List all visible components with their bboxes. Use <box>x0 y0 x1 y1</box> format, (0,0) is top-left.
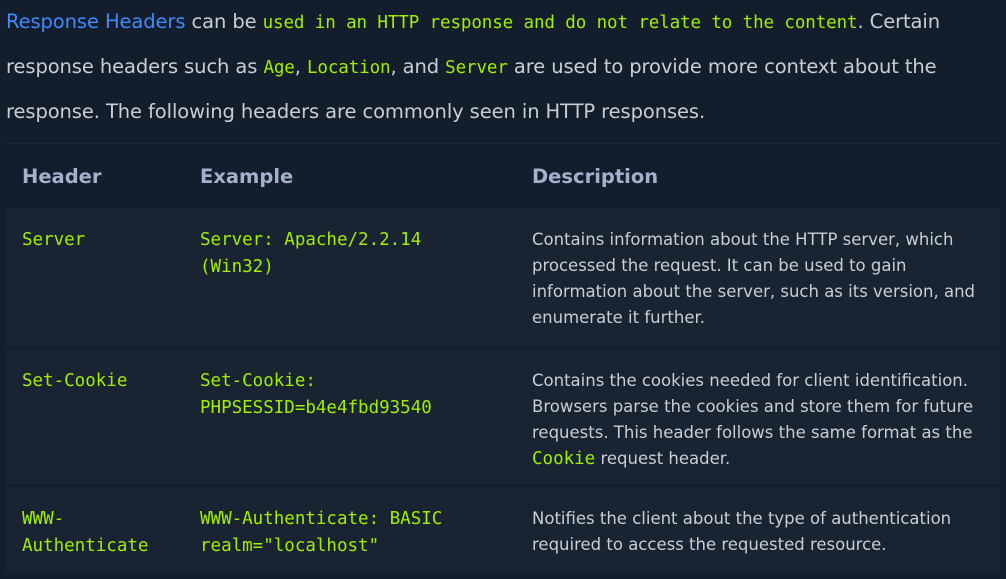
row-header-name: Server <box>6 208 184 346</box>
row-description: Contains information about the HTTP serv… <box>516 208 1000 346</box>
row-description: Contains the cookies needed for client i… <box>516 349 1000 484</box>
column-header-example: Example <box>184 143 516 208</box>
description-code-cookie: Cookie <box>532 449 596 469</box>
row-description: Notifies the client about the type of au… <box>516 487 1000 573</box>
row-example: WWW-Authenticate: BASIC realm="localhost… <box>184 487 516 573</box>
intro-code-location: Location <box>306 58 391 78</box>
column-header-header: Header <box>6 143 184 208</box>
intro-code-server: Server <box>445 58 508 78</box>
response-headers-table-wrapper: Header Example Description Server Server… <box>6 143 1000 573</box>
intro-text-1: can be <box>185 10 263 33</box>
response-headers-table: Header Example Description Server Server… <box>6 143 1000 573</box>
column-header-description: Description <box>516 143 1000 208</box>
description-text-2: request header. <box>595 449 731 468</box>
intro-text-4: , and <box>390 55 446 78</box>
row-header-name: WWW-Authenticate <box>6 487 184 573</box>
description-text-1: Contains the cookies needed for client i… <box>532 371 974 442</box>
table-row: Set-Cookie Set-Cookie: PHPSESSID=b4e4fbd… <box>6 349 1000 484</box>
intro-code-1: used in an HTTP response and do not rela… <box>262 13 858 33</box>
row-example: Set-Cookie: PHPSESSID=b4e4fbd93540 <box>184 349 516 484</box>
table-row: Server Server: Apache/2.2.14 (Win32) Con… <box>6 208 1000 346</box>
row-header-name: Set-Cookie <box>6 349 184 484</box>
intro-text-3: , <box>294 55 307 78</box>
response-headers-link[interactable]: Response Headers <box>6 10 186 33</box>
intro-code-age: Age <box>263 58 295 78</box>
table-header-row: Header Example Description <box>6 143 1000 208</box>
row-example: Server: Apache/2.2.14 (Win32) <box>184 208 516 346</box>
intro-paragraph: Response Headers can be used in an HTTP … <box>6 0 1001 133</box>
table-row: WWW-Authenticate WWW-Authenticate: BASIC… <box>6 487 1000 573</box>
